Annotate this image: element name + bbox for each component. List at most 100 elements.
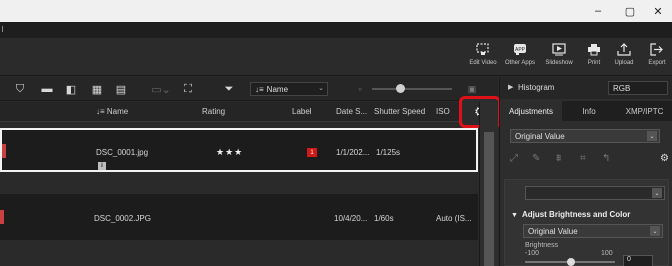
panel-tabs: Adjustments Info XMP/IPTC <box>500 101 672 121</box>
crop-tool-icon[interactable]: ⤢ <box>510 153 518 164</box>
title-bar: – ▢ ✕ <box>0 0 672 22</box>
export-button[interactable]: Export <box>644 42 670 72</box>
iso-cell: Auto (IS... <box>436 214 472 223</box>
edit-video-label: Edit Video <box>469 60 497 66</box>
right-panel: ▶ Histogram RGB Adjustments Info XMP/IPT… <box>499 77 672 266</box>
edit-video-button[interactable]: Edit Video <box>469 42 497 72</box>
zoom-in-icon: ▣ <box>467 83 477 94</box>
filter-icon: ⏷ <box>224 82 234 95</box>
column-rating[interactable]: Rating <box>202 107 225 116</box>
other-apps-button[interactable]: APP Other Apps <box>503 42 537 72</box>
column-shutter-speed[interactable]: Shutter Speed <box>374 107 425 116</box>
other-apps-label: Other Apps <box>504 60 536 66</box>
sort-dropdown[interactable]: ↓≡ Name ⌄ <box>250 82 328 96</box>
layout-icon: ▭⌄ <box>151 83 171 96</box>
zoom-slider-handle[interactable] <box>396 84 405 93</box>
file-name: DSC_0002.JPG <box>94 214 151 223</box>
scrollbar-thumb[interactable] <box>484 132 494 266</box>
main-toolbar: Edit Video APP Other Apps Slideshow Prin… <box>0 38 672 76</box>
levels-icon[interactable]: ⩩ <box>556 153 561 164</box>
menu-edge-marker <box>2 26 5 32</box>
list-scrollbar[interactable] <box>479 102 498 266</box>
sort-icon: ↓≡ <box>96 107 107 116</box>
sort-icon: ↓≡ <box>255 84 264 94</box>
svg-text:APP: APP <box>515 47 526 53</box>
single-view-icon: ▬ <box>41 83 53 95</box>
single-view-button[interactable]: ▬ <box>40 82 54 96</box>
zoom-slider[interactable] <box>372 88 452 90</box>
section-header[interactable]: ▼ Adjust Brightness and Color <box>511 210 630 219</box>
histogram-header[interactable]: ▶ Histogram RGB <box>500 77 672 99</box>
adjustment-preset-dropdown[interactable]: Original Value ⌄ <box>510 129 660 143</box>
section-title: Adjust Brightness and Color <box>521 210 631 219</box>
zoom-in-button[interactable]: ▣ <box>466 82 478 96</box>
tab-adjustments[interactable]: Adjustments <box>500 101 562 121</box>
print-button[interactable]: Print <box>583 42 605 72</box>
table-row[interactable]: DSC_0001.jpg i ★★★ 1 1/1/202... 1/125s <box>0 128 478 172</box>
map-pin-button[interactable]: ⛉ <box>12 82 28 96</box>
column-label[interactable]: Label <box>292 107 312 116</box>
file-name: DSC_0001.jpg <box>96 148 149 157</box>
date-cell: 1/1/202... <box>336 148 370 157</box>
tab-info[interactable]: Info <box>562 101 616 121</box>
brightness-value-input[interactable]: 0 <box>623 255 653 266</box>
export-label: Export <box>648 60 666 66</box>
column-name-label: Name <box>106 107 129 116</box>
print-label: Print <box>587 60 601 66</box>
minimize-button[interactable]: – <box>582 0 614 22</box>
section-preset-value: Original Value <box>528 226 578 236</box>
filter-button[interactable]: ⏷ <box>222 82 236 96</box>
close-icon: ✕ <box>653 5 663 18</box>
app-icon: APP <box>512 42 528 56</box>
slideshow-button[interactable]: Slideshow <box>542 42 576 72</box>
crop-icon[interactable]: ⌗ <box>580 153 586 164</box>
minimize-icon: – <box>594 5 602 17</box>
view-toolbar: ⛉ ▬ ◧ ▦ ▤ ▭⌄ ⛶ ⏷ ↓≡ Name ⌄ ▫ ▣ <box>0 77 498 101</box>
brightness-max: 100 <box>601 250 613 257</box>
chevron-down-icon: ⌄ <box>647 131 657 141</box>
brightness-preset-dropdown[interactable]: Original Value ⌄ <box>523 224 663 238</box>
preset-value: Original Value <box>515 131 565 141</box>
table-row[interactable]: DSC_0002.JPG 10/4/20... 1/60s Auto (IS..… <box>0 194 478 240</box>
rating-stars[interactable]: ★★★ <box>216 147 243 158</box>
channel-value: RGB <box>613 83 631 93</box>
brightness-label: Brightness <box>525 242 559 249</box>
column-date[interactable]: Date S... <box>336 107 367 116</box>
upload-button[interactable]: Upload <box>611 42 637 72</box>
column-name[interactable]: ↓≡ Name <box>96 107 128 116</box>
compare-view-button[interactable]: ◧ <box>64 82 78 96</box>
layout-button[interactable]: ▭⌄ <box>150 82 172 96</box>
list-view-icon: ▤ <box>115 83 127 96</box>
info-icon: i <box>98 162 106 170</box>
column-iso[interactable]: ISO <box>436 107 450 116</box>
label-badge[interactable]: 1 <box>307 148 317 157</box>
retouch-brush-icon[interactable]: ✎ <box>532 153 540 164</box>
maximize-icon: ▢ <box>624 5 636 18</box>
histogram-label: Histogram <box>518 83 555 92</box>
straighten-icon[interactable]: ↰ <box>602 153 610 164</box>
close-button[interactable]: ✕ <box>642 0 672 22</box>
print-icon <box>586 42 602 56</box>
zoom-out-button[interactable]: ▫ <box>354 82 366 96</box>
menu-bar <box>0 22 672 38</box>
list-view-button[interactable]: ▤ <box>114 82 128 96</box>
slideshow-label: Slideshow <box>545 60 573 66</box>
chevron-down-icon: ⌄ <box>652 188 662 198</box>
slideshow-icon <box>551 42 567 56</box>
zoom-out-icon: ▫ <box>358 84 362 94</box>
map-pin-icon: ⛉ <box>15 82 25 95</box>
compare-view-icon: ◧ <box>65 83 77 96</box>
fit-button[interactable]: ⛶ <box>180 82 196 96</box>
channel-dropdown[interactable]: RGB <box>608 81 668 95</box>
section-empty-dropdown[interactable]: ⌄ <box>525 186 665 200</box>
settings-gear-icon[interactable]: ⚙ <box>660 153 669 164</box>
edit-video-icon <box>475 42 491 56</box>
grid-view-button[interactable]: ▦ <box>90 82 104 96</box>
collapse-arrow-icon: ▼ <box>511 212 518 219</box>
brightness-slider-handle[interactable] <box>567 258 575 266</box>
tab-xmp-iptc[interactable]: XMP/IPTC <box>616 101 672 121</box>
fit-icon: ⛶ <box>184 82 192 95</box>
brightness-min: -100 <box>525 250 540 257</box>
thumbnail <box>2 144 6 158</box>
thumbnail <box>0 210 4 224</box>
